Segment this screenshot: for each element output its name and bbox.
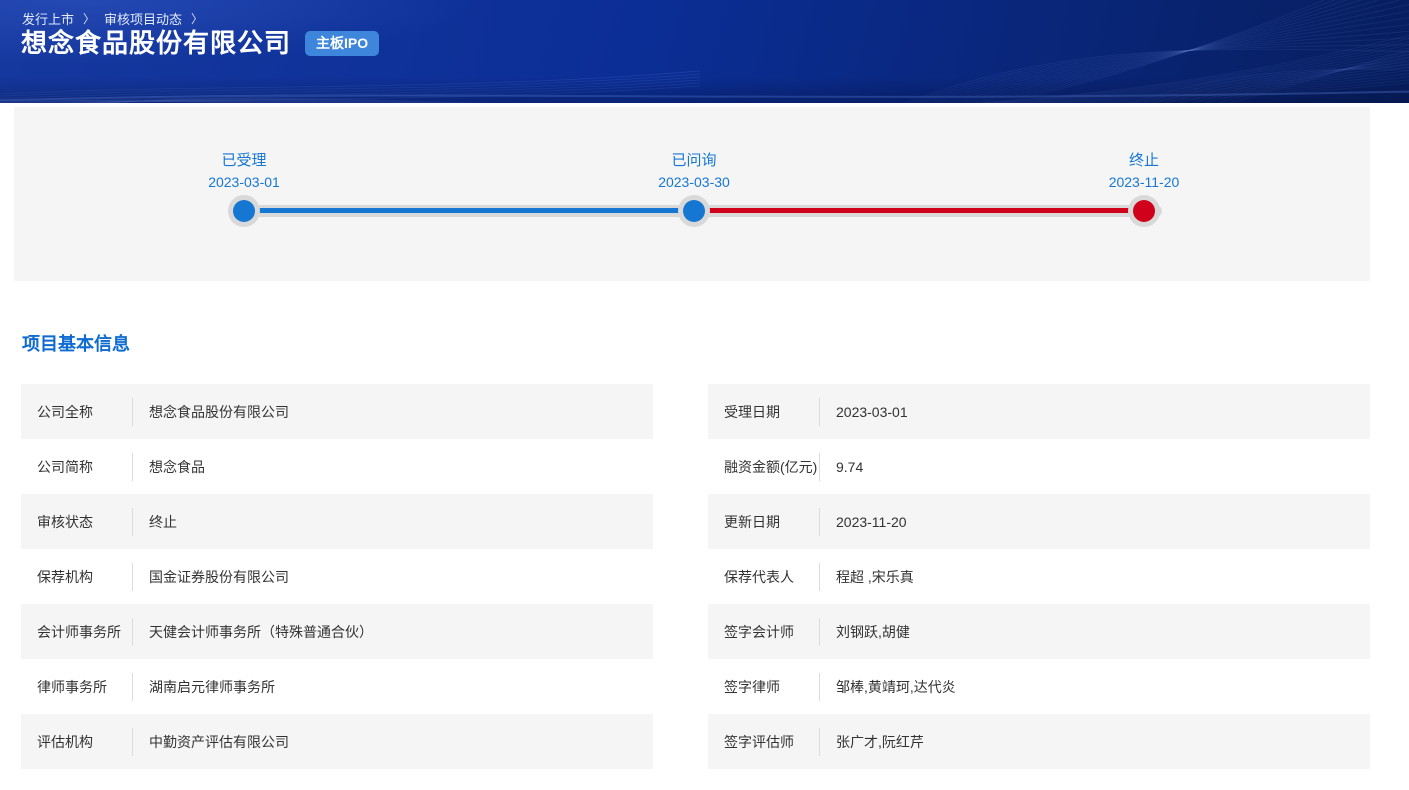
milestone-dot-inquired xyxy=(683,200,705,222)
info-row-value: 想念食品 xyxy=(149,458,205,475)
chevron-right-icon: 〉 xyxy=(83,12,96,26)
info-row: 审核状态 终止 xyxy=(21,494,653,549)
divider xyxy=(132,672,133,701)
milestone-date: 2023-11-20 xyxy=(1108,174,1180,190)
divider xyxy=(819,452,820,481)
chevron-right-icon: 〉 xyxy=(191,12,204,26)
info-row-value: 2023-11-20 xyxy=(836,513,907,530)
info-column-left: 公司全称 想念食品股份有限公司 公司简称 想念食品 审核状态 终止 保荐机构 国… xyxy=(21,384,653,769)
milestone-inquired: 已问询 2023-03-30 xyxy=(619,149,769,190)
info-row: 会计师事务所 天健会计师事务所（特殊普通合伙） xyxy=(21,604,653,659)
info-row-value: 邹棒,黄靖珂,达代炎 xyxy=(836,678,956,695)
info-row-value: 刘钢跃,胡健 xyxy=(836,623,910,640)
info-row-label: 保荐机构 xyxy=(37,568,93,585)
info-row-label: 保荐代表人 xyxy=(724,568,794,585)
info-row: 保荐代表人 程超 ,宋乐真 xyxy=(708,549,1370,604)
section-title: 项目基本信息 xyxy=(22,334,130,354)
divider xyxy=(819,562,820,591)
info-row: 公司全称 想念食品股份有限公司 xyxy=(21,384,653,439)
board-type-badge: 主板IPO xyxy=(305,30,380,56)
timeline-segment-accepted-to-inquired xyxy=(244,208,694,213)
divider xyxy=(132,452,133,481)
timeline-panel: 已受理 2023-03-01 已问询 2023-03-30 终止 2023-11… xyxy=(14,107,1370,281)
info-row: 更新日期 2023-11-20 xyxy=(708,494,1370,549)
divider xyxy=(819,397,820,426)
info-row-label: 审核状态 xyxy=(37,513,93,530)
info-row-label: 签字会计师 xyxy=(724,623,794,640)
info-row-label: 律师事务所 xyxy=(37,678,107,695)
info-row-label: 签字评估师 xyxy=(724,733,794,750)
info-row-value: 终止 xyxy=(149,513,177,530)
milestone-terminated: 终止 2023-11-20 xyxy=(1069,149,1219,190)
info-row-value: 国金证券股份有限公司 xyxy=(149,568,289,585)
divider xyxy=(819,672,820,701)
info-row-value: 想念食品股份有限公司 xyxy=(149,403,289,420)
project-info-table: 公司全称 想念食品股份有限公司 公司简称 想念食品 审核状态 终止 保荐机构 国… xyxy=(21,384,1409,769)
milestone-date: 2023-03-01 xyxy=(208,174,280,190)
divider xyxy=(132,727,133,756)
info-row-label: 公司简称 xyxy=(37,458,93,475)
milestone-dot-terminated xyxy=(1133,200,1155,222)
info-row-value: 程超 ,宋乐真 xyxy=(836,568,914,585)
divider xyxy=(819,507,820,536)
milestone-label: 终止 xyxy=(1128,152,1159,169)
info-row-value: 张广才,阮红芹 xyxy=(836,733,924,750)
divider xyxy=(132,562,133,591)
info-row: 公司简称 想念食品 xyxy=(21,439,653,494)
info-row-value: 2023-03-01 xyxy=(836,403,908,420)
divider xyxy=(132,507,133,536)
breadcrumb-link-audit-dynamics[interactable]: 审核项目动态 xyxy=(104,9,182,28)
info-row: 融资金额(亿元) 9.74 xyxy=(708,439,1370,494)
divider xyxy=(132,397,133,426)
info-row-label: 融资金额(亿元) xyxy=(724,458,818,475)
info-row-label: 公司全称 xyxy=(37,403,93,420)
info-row: 签字会计师 刘钢跃,胡健 xyxy=(708,604,1370,659)
info-row-label: 会计师事务所 xyxy=(37,623,121,640)
info-row-value: 湖南启元律师事务所 xyxy=(149,678,275,695)
divider xyxy=(132,617,133,646)
breadcrumb: 发行上市 〉 审核项目动态 〉 xyxy=(22,9,212,28)
info-row-value: 中勤资产评估有限公司 xyxy=(149,733,289,750)
page-title: 想念食品股份有限公司 xyxy=(21,28,292,58)
milestone-date: 2023-03-30 xyxy=(658,174,730,190)
title-row: 想念食品股份有限公司 主板IPO xyxy=(21,28,380,58)
info-row-label: 更新日期 xyxy=(724,513,780,530)
info-row-label: 签字律师 xyxy=(724,678,780,695)
info-row: 受理日期 2023-03-01 xyxy=(708,384,1370,439)
milestone-dot-accepted xyxy=(233,200,255,222)
info-row-value: 9.74 xyxy=(836,458,864,475)
info-row-value: 天健会计师事务所（特殊普通合伙） xyxy=(149,623,373,640)
divider xyxy=(819,727,820,756)
info-row: 保荐机构 国金证券股份有限公司 xyxy=(21,549,653,604)
info-row-label: 受理日期 xyxy=(724,403,780,420)
timeline-segment-inquired-to-terminated xyxy=(694,208,1144,213)
info-row-label: 评估机构 xyxy=(37,733,93,750)
milestone-label: 已受理 xyxy=(221,152,267,169)
info-row: 律师事务所 湖南启元律师事务所 xyxy=(21,659,653,714)
milestone-label: 已问询 xyxy=(671,152,717,169)
info-column-right: 受理日期 2023-03-01 融资金额(亿元) 9.74 更新日期 2023-… xyxy=(708,384,1370,769)
info-row: 签字评估师 张广才,阮红芹 xyxy=(708,714,1370,769)
divider xyxy=(819,617,820,646)
breadcrumb-link-issuance[interactable]: 发行上市 xyxy=(22,9,74,28)
info-row: 签字律师 邹棒,黄靖珂,达代炎 xyxy=(708,659,1370,714)
info-row: 评估机构 中勤资产评估有限公司 xyxy=(21,714,653,769)
milestone-accepted: 已受理 2023-03-01 xyxy=(169,149,319,190)
page-header: 发行上市 〉 审核项目动态 〉 想念食品股份有限公司 主板IPO xyxy=(0,0,1409,103)
